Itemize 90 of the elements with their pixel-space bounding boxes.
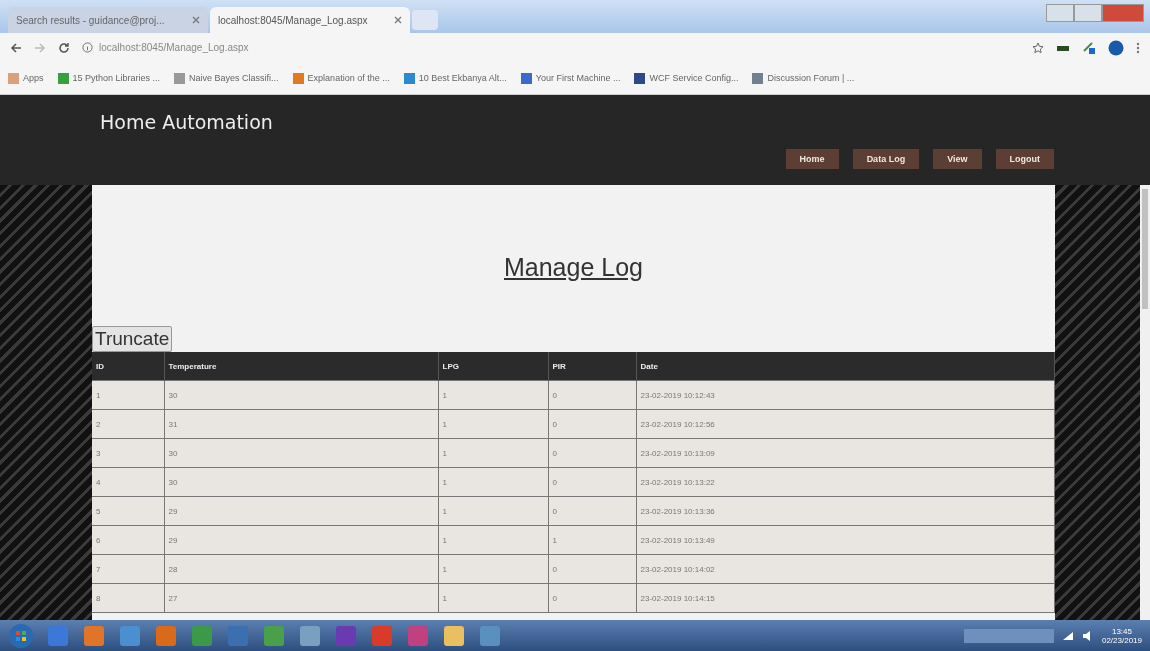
table-cell: 1	[438, 496, 548, 526]
table-cell: 1	[438, 467, 548, 497]
table-cell: 23-02-2019 10:12:43	[636, 380, 1055, 410]
taskbar-app-icon[interactable]	[190, 623, 214, 648]
truncate-button[interactable]: Truncate	[92, 326, 173, 352]
menu-icon[interactable]	[1136, 41, 1140, 54]
table-cell: 1	[438, 554, 548, 584]
profile-avatar[interactable]	[1108, 39, 1124, 56]
table-cell: 23-02-2019 10:13:09	[636, 438, 1055, 468]
minimize-button[interactable]	[1046, 4, 1074, 22]
table-cell: 23-02-2019 10:12:56	[636, 409, 1055, 439]
clock-date: 02/23/2019	[1101, 635, 1142, 645]
table-cell: 29	[164, 496, 438, 526]
back-icon[interactable]	[10, 41, 22, 54]
info-icon	[82, 42, 93, 53]
table-cell: 30	[164, 467, 438, 497]
close-tab-icon[interactable]	[192, 16, 200, 24]
table-cell: 23-02-2019 10:13:36	[636, 496, 1055, 526]
table-cell: 1	[438, 380, 548, 410]
table-cell: 30	[164, 438, 438, 468]
table-cell: 31	[164, 409, 438, 439]
bookmark[interactable]: Your First Machine ...	[520, 72, 621, 84]
taskbar-app-icon[interactable]	[82, 623, 106, 648]
table-cell: 27	[164, 583, 438, 613]
column-header: Temperature	[164, 352, 438, 381]
nav-button[interactable]: Data Log	[852, 149, 920, 169]
search-field[interactable]	[963, 628, 1054, 643]
close-button[interactable]	[1102, 4, 1144, 22]
column-header: LPG	[438, 352, 548, 381]
table-cell: 1	[438, 525, 548, 555]
table-cell: 23-02-2019 10:13:49	[636, 525, 1055, 555]
table-cell: 0	[548, 496, 636, 526]
browser-tab[interactable]: Search results - guidance@proj...	[8, 7, 208, 33]
table-cell: 23-02-2019 10:14:02	[636, 554, 1055, 584]
nav-button[interactable]: View	[933, 149, 982, 169]
bookmark[interactable]: 10 Best Ekbanya Alt...	[403, 72, 507, 84]
reload-icon[interactable]	[58, 41, 70, 54]
network-icon[interactable]	[1061, 630, 1074, 641]
table-cell: 6	[92, 525, 164, 555]
table-cell: 3	[92, 438, 164, 468]
taskbar-app-icon[interactable]	[478, 623, 502, 648]
table-cell: 30	[164, 380, 438, 410]
table-cell: 0	[548, 438, 636, 468]
table-cell: 0	[548, 554, 636, 584]
bookmark[interactable]: WCF Service Config...	[634, 72, 739, 84]
table-cell: 0	[548, 467, 636, 497]
table-cell: 8	[92, 583, 164, 613]
taskbar-app-icon[interactable]	[442, 623, 466, 648]
table-cell: 23-02-2019 10:13:22	[636, 467, 1055, 497]
page-heading: Manage Log	[503, 253, 644, 282]
table-cell: 7	[92, 554, 164, 584]
nav-button[interactable]: Home	[785, 149, 839, 169]
bookmark[interactable]: 15 Python Libraries ...	[57, 72, 161, 84]
close-tab-icon[interactable]	[394, 16, 402, 24]
taskbar-app-icon[interactable]	[298, 623, 322, 648]
address-field[interactable]: localhost:8045/Manage_Log.aspx	[99, 42, 249, 53]
table-cell: 1	[438, 438, 548, 468]
star-icon[interactable]	[1032, 41, 1044, 54]
table-cell: 29	[164, 525, 438, 555]
clock-time: 13:45	[1111, 626, 1132, 636]
bookmark[interactable]: Explanation of the ...	[292, 72, 390, 84]
column-header: Date	[636, 352, 1055, 381]
start-button[interactable]	[8, 622, 34, 649]
table-cell: 5	[92, 496, 164, 526]
column-header: PIR	[548, 352, 636, 381]
maximize-button[interactable]	[1074, 4, 1102, 22]
table-cell: 28	[164, 554, 438, 584]
browser-tab[interactable]: localhost:8045/Manage_Log.aspx	[210, 7, 410, 33]
table-cell: 0	[548, 583, 636, 613]
table-cell: 1	[92, 380, 164, 410]
table-cell: 4	[92, 467, 164, 497]
table-cell: 23-02-2019 10:14:15	[636, 583, 1055, 613]
extension-icon[interactable]	[1082, 40, 1096, 55]
table-cell: 0	[548, 380, 636, 410]
table-cell: 1	[438, 409, 548, 439]
bookmark[interactable]: Apps	[8, 72, 44, 84]
column-header: ID	[92, 352, 164, 381]
bookmark[interactable]: Naive Bayes Classifi...	[174, 72, 279, 84]
table-cell: 0	[548, 409, 636, 439]
nav-button[interactable]: Logout	[995, 149, 1054, 169]
site-title: Home Automation	[100, 111, 274, 133]
scrollbar[interactable]	[1140, 185, 1150, 620]
bookmark[interactable]: Discussion Forum | ...	[752, 72, 855, 84]
taskbar-app-icon[interactable]	[154, 623, 178, 648]
forward-icon[interactable]	[34, 41, 46, 54]
taskbar-app-icon[interactable]	[262, 623, 286, 648]
taskbar-app-icon[interactable]	[118, 623, 142, 648]
table-cell: 2	[92, 409, 164, 439]
table-cell: 1	[548, 525, 636, 555]
table-cell: 1	[438, 583, 548, 613]
